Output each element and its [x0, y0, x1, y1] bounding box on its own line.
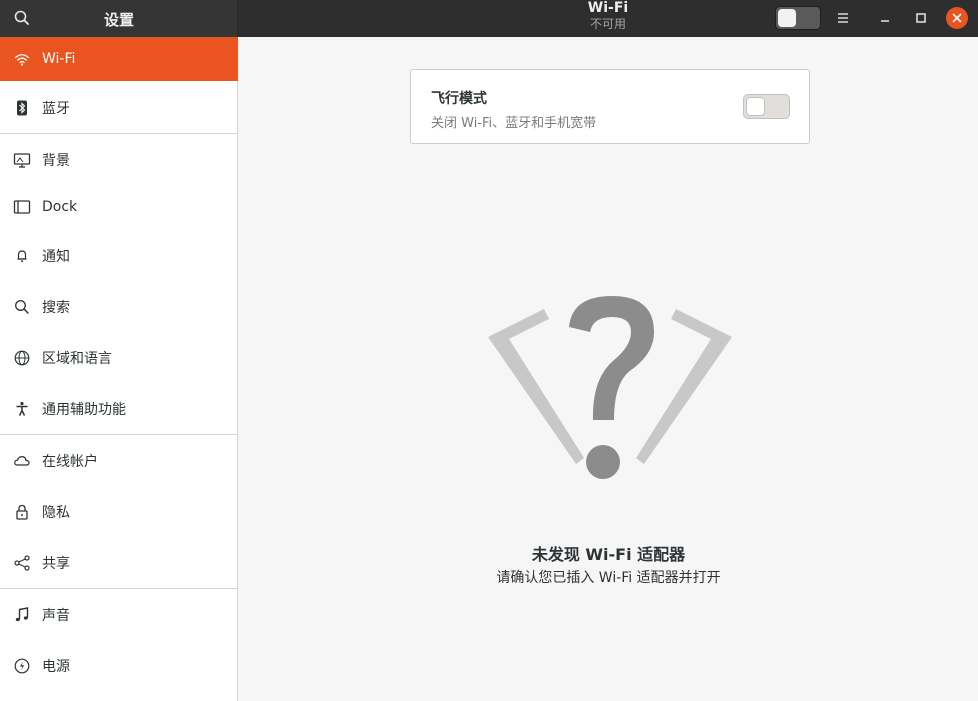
- sidebar-item-label: 搜索: [42, 300, 70, 316]
- sidebar-item-bluetooth[interactable]: 蓝牙: [0, 86, 238, 130]
- sidebar-item-label: 共享: [42, 556, 70, 572]
- sidebar-item-label: 蓝牙: [42, 101, 70, 117]
- sidebar-item-label: 通知: [42, 249, 70, 265]
- share-icon: [13, 554, 31, 572]
- lock-icon: [13, 503, 31, 521]
- sidebar-item-label: 隐私: [42, 505, 70, 521]
- airplane-mode-title: 飞行模式: [431, 91, 487, 107]
- sidebar-item-label: 背景: [42, 153, 70, 169]
- sidebar-item-wifi[interactable]: Wi-Fi: [0, 37, 238, 81]
- header-bar: 设置 Wi-Fi 不可用: [0, 0, 978, 37]
- sidebar-separator: [0, 133, 238, 134]
- globe-icon: [13, 349, 31, 367]
- sidebar-item-power[interactable]: 电源: [0, 644, 238, 688]
- sidebar-item-label: 通用辅助功能: [42, 402, 126, 418]
- sidebar-item-label: 在线帐户: [42, 454, 98, 470]
- toggle-knob: [746, 97, 765, 116]
- minimize-icon[interactable]: [876, 9, 894, 27]
- sidebar-item-label: 区域和语言: [42, 351, 112, 367]
- empty-state-subtitle: 请确认您已插入 Wi-Fi 适配器并打开: [496, 570, 721, 586]
- sidebar-item-label: Wi-Fi: [42, 51, 76, 67]
- sidebar-item-sound[interactable]: 声音: [0, 593, 238, 637]
- sidebar-item-dock[interactable]: Dock: [0, 185, 238, 229]
- accessibility-icon: [13, 400, 31, 418]
- sidebar-title: 设置: [103, 11, 134, 29]
- bluetooth-icon: [13, 99, 31, 117]
- airplane-mode-card: 飞行模式 关闭 Wi-Fi、蓝牙和手机宽带: [410, 69, 810, 144]
- wifi-toggle[interactable]: [775, 6, 821, 30]
- sidebar-item-label: 声音: [42, 608, 70, 624]
- close-icon[interactable]: [946, 7, 968, 29]
- power-icon: [13, 657, 31, 675]
- question-mark-icon: [486, 292, 736, 492]
- sidebar-header: 设置: [0, 0, 238, 37]
- page-subtitle: 不可用: [589, 17, 626, 31]
- main-panel: 飞行模式 关闭 Wi-Fi、蓝牙和手机宽带 未发现 Wi-Fi 适配器 请确认您…: [239, 37, 978, 701]
- sidebar-separator: [0, 434, 238, 435]
- sidebar-item-search[interactable]: 搜索: [0, 285, 238, 329]
- airplane-mode-toggle[interactable]: [743, 94, 790, 119]
- sidebar-item-online-accounts[interactable]: 在线帐户: [0, 439, 238, 483]
- maximize-icon[interactable]: [912, 9, 930, 27]
- sidebar-item-background[interactable]: 背景: [0, 138, 238, 182]
- sidebar-item-sharing[interactable]: 共享: [0, 541, 238, 585]
- sidebar-item-accessibility[interactable]: 通用辅助功能: [0, 387, 238, 431]
- page-title: Wi-Fi: [587, 0, 629, 16]
- sidebar-item-label: 电源: [42, 659, 70, 675]
- main-header: Wi-Fi 不可用: [238, 0, 978, 37]
- bell-icon: [13, 247, 31, 265]
- sidebar-item-notifications[interactable]: 通知: [0, 234, 238, 278]
- hamburger-menu-icon[interactable]: [834, 9, 852, 27]
- header-title-block: Wi-Fi 不可用: [238, 0, 978, 32]
- airplane-mode-subtitle: 关闭 Wi-Fi、蓝牙和手机宽带: [431, 116, 597, 131]
- sidebar-item-privacy[interactable]: 隐私: [0, 490, 238, 534]
- cloud-icon: [13, 452, 31, 470]
- empty-state-title: 未发现 Wi-Fi 适配器: [531, 545, 686, 564]
- music-note-icon: [13, 606, 31, 624]
- background-icon: [13, 151, 31, 169]
- toggle-knob: [778, 9, 796, 27]
- sidebar-separator: [0, 588, 238, 589]
- wifi-icon: [13, 50, 31, 68]
- dock-icon: [13, 198, 31, 216]
- search-icon: [13, 298, 31, 316]
- sidebar-item-label: Dock: [42, 199, 78, 215]
- sidebar: Wi-Fi 蓝牙 背景 Dock 通知 搜索 区域和语言 通用辅助功能 在线帐户…: [0, 37, 238, 701]
- sidebar-item-region[interactable]: 区域和语言: [0, 336, 238, 380]
